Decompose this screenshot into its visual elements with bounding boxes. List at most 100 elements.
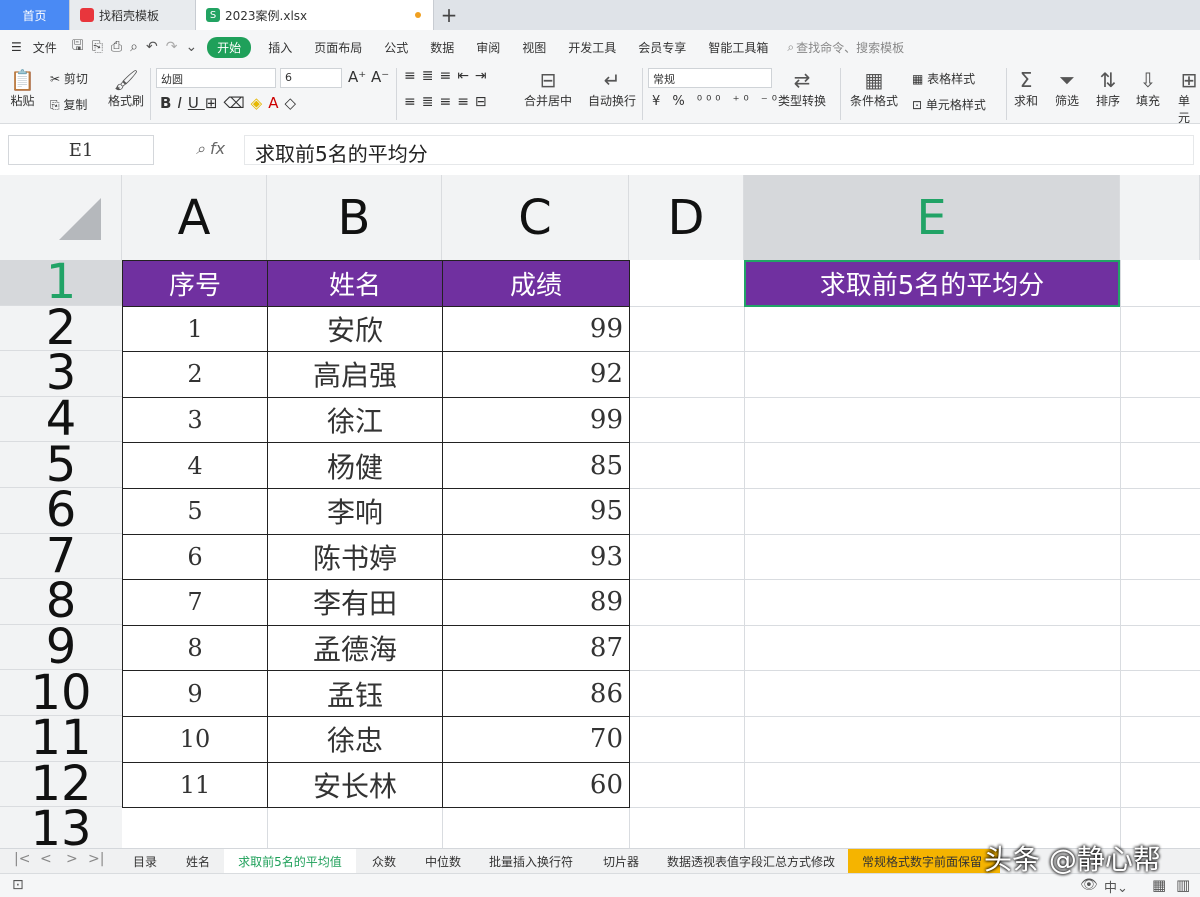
sheet-tab-active[interactable]: 求取前5名的平均值 xyxy=(224,849,356,873)
table-cell-index[interactable]: 3 xyxy=(122,396,268,444)
table-cell-score[interactable]: 99 xyxy=(442,396,630,444)
export-icon[interactable]: ⎘ xyxy=(88,39,107,55)
menu-insert[interactable]: 插入 xyxy=(257,39,303,56)
bold-icon[interactable]: B xyxy=(160,94,177,112)
sheet-tab[interactable]: 目录 xyxy=(118,849,172,873)
table-cell-score[interactable]: 87 xyxy=(442,624,630,672)
cell-style-button[interactable]: ⊡ 单元格样式 xyxy=(912,96,986,113)
font-grow-icon[interactable]: A⁺ A⁻ xyxy=(348,68,389,86)
table-cell-index[interactable]: 9 xyxy=(122,670,268,717)
row-header-1[interactable]: 1 xyxy=(0,260,122,306)
menu-member[interactable]: 会员专享 xyxy=(627,39,697,56)
sort-button[interactable]: ⇅ 排序 xyxy=(1096,68,1120,109)
table-cell-score[interactable]: 92 xyxy=(442,351,630,398)
print-icon[interactable]: ⎙ xyxy=(107,39,126,55)
sheet-tab[interactable]: 众数 xyxy=(356,849,412,873)
customize-chevron-icon[interactable]: ⌄ xyxy=(181,39,201,55)
conditional-format-button[interactable]: ▦ 条件格式 xyxy=(850,68,898,109)
table-cell-index[interactable]: 6 xyxy=(122,533,268,581)
column-header-f[interactable] xyxy=(1120,175,1200,260)
table-header-cell[interactable]: 姓名 xyxy=(267,260,443,307)
menu-formula[interactable]: 公式 xyxy=(373,39,419,56)
table-cell-index[interactable]: 10 xyxy=(122,716,268,763)
last-sheet-icon[interactable]: >| xyxy=(88,851,104,867)
number-format-icons[interactable]: ¥ % ⁰⁰⁰ ⁺⁰ ⁻⁰ xyxy=(652,94,781,109)
undo-icon[interactable]: ↶ xyxy=(142,39,162,55)
table-cell-index[interactable]: 2 xyxy=(122,351,268,398)
first-sheet-icon[interactable]: |< xyxy=(14,851,30,867)
table-cell-name[interactable]: 孟钰 xyxy=(267,670,443,717)
eye-protect-icon[interactable]: 👁 xyxy=(1080,877,1098,893)
wrap-text-button[interactable]: ↵ 自动换行 xyxy=(588,68,636,109)
input-method-icon[interactable]: 中⌄ xyxy=(1104,877,1128,896)
column-header-d[interactable]: D xyxy=(629,175,744,260)
column-header-c[interactable]: C xyxy=(442,175,629,260)
redo-icon[interactable]: ↷ xyxy=(162,39,182,55)
table-cell-name[interactable]: 陈书婷 xyxy=(267,533,443,581)
filter-button[interactable]: ⏷ 筛选 xyxy=(1055,68,1079,109)
tab-home[interactable]: 首页 xyxy=(0,0,70,30)
row-header-9[interactable]: 9 xyxy=(0,624,122,671)
row-header-4[interactable]: 4 xyxy=(0,396,122,443)
table-cell-name[interactable]: 安欣 xyxy=(267,305,443,353)
number-format-select[interactable]: 常规 xyxy=(648,68,772,88)
table-cell-index[interactable]: 1 xyxy=(122,305,268,353)
fill-button[interactable]: ⇩ 填充 xyxy=(1136,68,1160,109)
table-cell-name[interactable]: 高启强 xyxy=(267,351,443,398)
name-box[interactable]: E1 xyxy=(8,135,154,165)
border-icon[interactable]: ⊞ xyxy=(205,94,224,112)
table-header-cell[interactable]: 成绩 xyxy=(442,260,630,307)
table-cell-name[interactable]: 徐江 xyxy=(267,396,443,444)
hamburger-icon[interactable]: ☰ xyxy=(0,40,33,54)
table-cell-index[interactable]: 8 xyxy=(122,624,268,672)
table-cell-score[interactable]: 99 xyxy=(442,305,630,353)
next-sheet-icon[interactable]: > xyxy=(66,851,78,867)
table-cell-score[interactable]: 86 xyxy=(442,670,630,717)
clear-icon[interactable]: ◇ xyxy=(284,94,302,112)
table-cell-name[interactable]: 杨健 xyxy=(267,442,443,489)
table-cell-index[interactable]: 11 xyxy=(122,761,268,809)
underline-icon[interactable]: U xyxy=(188,94,205,112)
table-cell-score[interactable]: 89 xyxy=(442,579,630,626)
row-header-8[interactable]: 8 xyxy=(0,579,122,625)
table-cell-name[interactable]: 孟德海 xyxy=(267,624,443,672)
copy-button[interactable]: ⎘ 复制 xyxy=(50,96,87,113)
menu-review[interactable]: 审阅 xyxy=(465,39,511,56)
cut-button[interactable]: ✂ 剪切 xyxy=(50,70,88,87)
macro-record-icon[interactable]: ⊡ xyxy=(12,877,24,893)
table-cell-score[interactable]: 60 xyxy=(442,761,630,809)
print-preview-icon[interactable]: ⌕ xyxy=(126,39,142,55)
menu-data[interactable]: 数据 xyxy=(419,39,465,56)
fx-button[interactable]: ⌕ fx xyxy=(196,139,225,159)
sheet-tab[interactable]: 数据透视表值字段汇总方式修改 xyxy=(654,849,848,873)
row-header-10[interactable]: 10 xyxy=(0,670,122,716)
prev-sheet-icon[interactable]: < xyxy=(40,851,52,867)
table-cell-name[interactable]: 李响 xyxy=(267,488,443,535)
table-cell-index[interactable]: 5 xyxy=(122,488,268,535)
menu-start[interactable]: 开始 xyxy=(207,36,252,58)
formula-input[interactable]: 求取前5名的平均分 xyxy=(244,135,1194,166)
sum-button[interactable]: Σ 求和 xyxy=(1014,68,1038,109)
table-cell-score[interactable]: 70 xyxy=(442,716,630,763)
sheet-tab[interactable]: 中位数 xyxy=(412,849,474,873)
page-view-icon[interactable]: ▥ xyxy=(1176,876,1190,894)
row-header-12[interactable]: 12 xyxy=(0,761,122,808)
menu-file[interactable]: 文件 xyxy=(33,39,68,56)
sheet-tab[interactable]: 批量插入换行符 xyxy=(474,849,588,873)
command-search-input[interactable]: 查找命令、搜索模板 xyxy=(796,39,904,56)
table-cell-name[interactable]: 安长林 xyxy=(267,761,443,809)
font-family-select[interactable]: 幼圆 xyxy=(156,68,276,88)
menu-view[interactable]: 视图 xyxy=(511,39,557,56)
row-header-6[interactable]: 6 xyxy=(0,488,122,534)
selected-cell-e1[interactable]: 求取前5名的平均分 xyxy=(744,260,1120,307)
sheet-tab[interactable]: 姓名 xyxy=(172,849,224,873)
select-all-corner[interactable] xyxy=(0,175,122,260)
row-header-3[interactable]: 3 xyxy=(0,351,122,397)
new-tab-button[interactable]: + xyxy=(434,0,464,30)
column-header-a[interactable]: A xyxy=(122,175,267,260)
sheet-tab[interactable]: 切片器 xyxy=(588,849,654,873)
table-cell-index[interactable]: 4 xyxy=(122,442,268,489)
menu-page-layout[interactable]: 页面布局 xyxy=(303,39,373,56)
row-header-5[interactable]: 5 xyxy=(0,442,122,488)
fill-color-icon[interactable]: ◈ xyxy=(251,94,269,112)
